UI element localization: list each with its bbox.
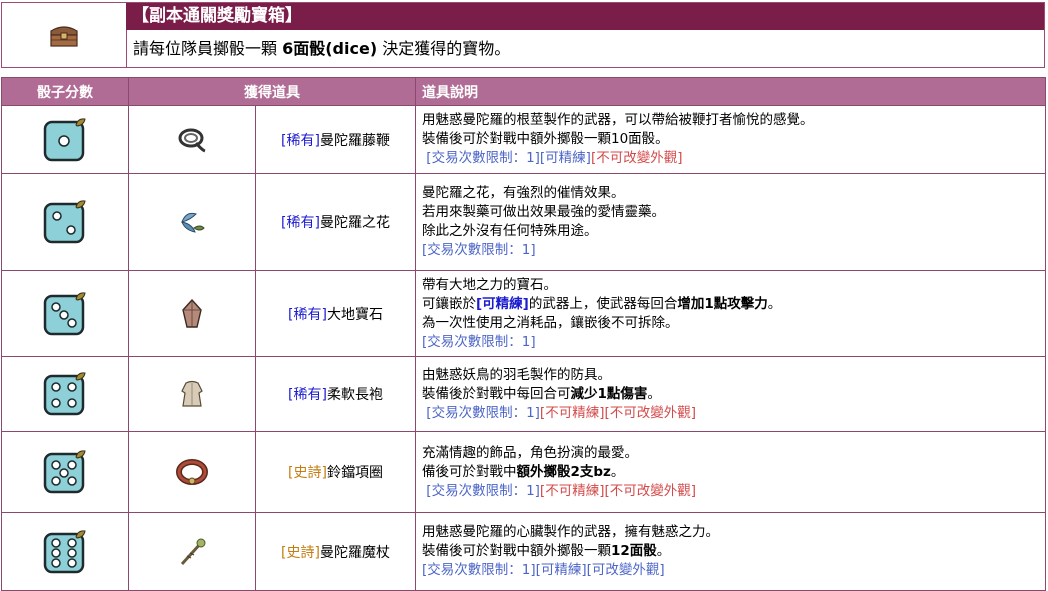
dice-five-icon: [1, 431, 129, 513]
reward-table: 骰子分數 獲得道具 道具說明 [稀有]曼陀羅藤鞭 用魅惑曼陀羅的根莖製作的武器，…: [1, 77, 1046, 591]
item-name: [稀有]曼陀羅之花: [255, 173, 416, 271]
treasure-chest-icon: [2, 3, 127, 67]
robe-icon: [128, 356, 256, 432]
item-description: 由魅惑妖鳥的羽毛製作的防具。 裝備後於對戰中每回合可減少1點傷害。 [交易次數限…: [415, 356, 1046, 432]
dice-three-icon: [1, 270, 129, 357]
collar-icon: [128, 431, 256, 513]
item-description: 帶有大地之力的寶石。 可鑲嵌於[可精練]的武器上，使武器每回合增加1點攻擊力。 …: [415, 270, 1046, 357]
table-row: [稀有]大地寶石 帶有大地之力的寶石。 可鑲嵌於[可精練]的武器上，使武器每回合…: [1, 270, 1046, 357]
dice-four-icon: [1, 356, 129, 432]
column-item-header: 獲得道具: [128, 77, 416, 106]
table-row: [稀有]曼陀羅之花 曼陀羅之花，有強烈的催情效果。 若用來製藥可做出效果最強的愛…: [1, 173, 1046, 271]
dice-one-icon: [1, 105, 129, 174]
item-name: [史詩]曼陀羅魔杖: [255, 512, 416, 591]
staff-icon: [128, 512, 256, 591]
item-description: 充滿情趣的飾品，角色扮演的最愛。 備後可於對戰中額外擲骰2支bz。 [交易次數限…: [415, 431, 1046, 513]
table-row: [史詩]曼陀羅魔杖 用魅惑曼陀羅的心臟製作的武器，擁有魅惑之力。 裝備後可於對戰…: [1, 512, 1046, 591]
column-desc-header: 道具說明: [415, 77, 1046, 106]
table-row: [稀有]柔軟長袍 由魅惑妖鳥的羽毛製作的防具。 裝備後於對戰中每回合可減少1點傷…: [1, 356, 1046, 432]
dice-six-icon: [1, 512, 129, 591]
reward-page: 【副本通關獎勵寶箱】 請每位隊員擲骰一顆 6面骰(dice) 決定獲得的寶物。 …: [0, 0, 1048, 591]
item-name: [稀有]大地寶石: [255, 270, 416, 357]
item-name: [史詩]鈴鐺項圈: [255, 431, 416, 513]
reward-header: 【副本通關獎勵寶箱】 請每位隊員擲骰一顆 6面骰(dice) 決定獲得的寶物。: [1, 2, 1045, 68]
whip-icon: [128, 105, 256, 174]
dice-two-icon: [1, 173, 129, 271]
reward-title: 【副本通關獎勵寶箱】: [126, 3, 1044, 30]
gem-icon: [128, 270, 256, 357]
column-dice-header: 骰子分數: [1, 77, 129, 106]
table-row: [史詩]鈴鐺項圈 充滿情趣的飾品，角色扮演的最愛。 備後可於對戰中額外擲骰2支b…: [1, 431, 1046, 513]
table-row: [稀有]曼陀羅藤鞭 用魅惑曼陀羅的根莖製作的武器，可以帶給被鞭打者愉悅的感覺。 …: [1, 105, 1046, 174]
flower-icon: [128, 173, 256, 271]
item-description: 用魅惑曼陀羅的根莖製作的武器，可以帶給被鞭打者愉悅的感覺。 裝備後可於對戰中額外…: [415, 105, 1046, 174]
item-description: 曼陀羅之花，有強烈的催情效果。 若用來製藥可做出效果最強的愛情靈藥。 除此之外沒…: [415, 173, 1046, 271]
item-name: [稀有]柔軟長袍: [255, 356, 416, 432]
table-header-row: 骰子分數 獲得道具 道具說明: [1, 77, 1046, 106]
reward-instruction: 請每位隊員擲骰一顆 6面骰(dice) 決定獲得的寶物。: [133, 39, 511, 58]
item-description: 用魅惑曼陀羅的心臟製作的武器，擁有魅惑之力。 裝備後可於對戰中額外擲骰一顆12面…: [415, 512, 1046, 591]
item-name: [稀有]曼陀羅藤鞭: [255, 105, 416, 174]
